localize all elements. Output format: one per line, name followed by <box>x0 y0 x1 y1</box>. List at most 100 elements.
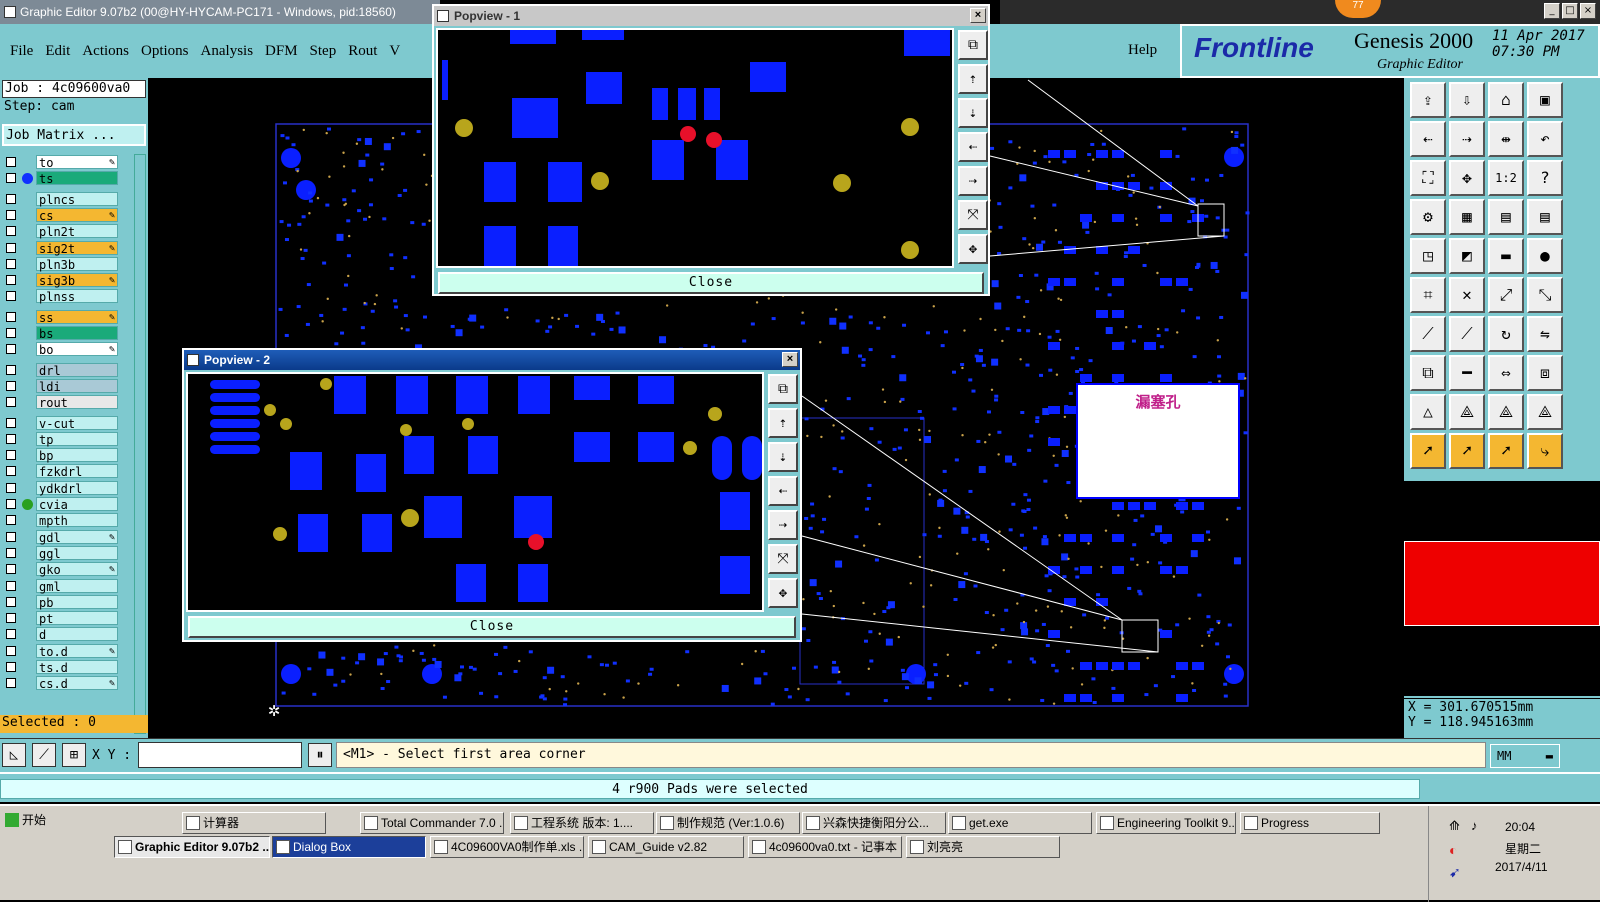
layer-name[interactable]: ts <box>36 171 118 186</box>
layer-checkbox[interactable] <box>6 515 16 526</box>
zoom-in-icon[interactable]: ✥ <box>768 578 798 608</box>
menu-edit[interactable]: Edit <box>45 43 70 60</box>
layer-name[interactable]: sig2t ✎ <box>36 240 118 256</box>
pan-right-icon[interactable]: ⇢ <box>768 510 798 540</box>
layer-name[interactable]: gml <box>36 578 118 594</box>
layer-row[interactable]: mpth <box>2 512 134 528</box>
popview-2-close-button[interactable]: Close <box>188 616 796 638</box>
layer-name[interactable]: ts.d <box>36 660 118 675</box>
layer-row[interactable]: gko ✎ <box>2 561 134 577</box>
pan-right-icon[interactable]: ⇢ <box>958 166 988 196</box>
connect-icon[interactable]: ⌗ <box>1410 277 1446 313</box>
taskbar-button[interactable]: get.exe <box>948 812 1092 834</box>
layer-row[interactable]: fzkdrl <box>2 463 134 479</box>
layer-checkbox[interactable] <box>6 275 16 286</box>
layer-checkbox[interactable] <box>6 417 16 428</box>
taskbar-button[interactable]: 工程系统 版本: 1.... <box>510 812 654 834</box>
layer-row[interactable]: cvia <box>2 496 134 512</box>
layer-row[interactable]: sig3b ✎ <box>2 272 134 288</box>
units-select[interactable]: MM ▬ <box>1490 744 1560 768</box>
layer-row[interactable]: cs ✎ <box>2 207 134 223</box>
menu-help[interactable]: Help <box>1128 42 1157 59</box>
minus-icon[interactable]: ━ <box>1449 355 1485 391</box>
layer-row[interactable]: pln2t <box>2 223 134 239</box>
layer-row[interactable]: bo ✎ <box>2 341 134 357</box>
window-icon[interactable]: ▣ <box>1527 82 1563 118</box>
taskbar-button[interactable]: 4c09600va0.txt - 记事本 <box>748 836 902 858</box>
layer-name[interactable]: cvia <box>36 497 118 512</box>
select-layer-icon[interactable]: ▤ <box>1488 199 1524 235</box>
layer-row[interactable]: plnss <box>2 288 134 304</box>
triangle-icon[interactable]: △ <box>1410 394 1446 430</box>
home-icon[interactable]: ⌂ <box>1488 82 1524 118</box>
xy-input[interactable] <box>138 742 302 768</box>
open-job-icon[interactable]: ⇪ <box>1410 82 1446 118</box>
transform-icon[interactable]: ⧉ <box>1410 355 1446 391</box>
layer-row[interactable]: ggl <box>2 545 134 561</box>
layer-row[interactable]: tp <box>2 431 134 447</box>
layer-name[interactable]: cs ✎ <box>36 207 118 223</box>
menu-step[interactable]: Step <box>310 43 337 60</box>
security-icon[interactable]: ◐ <box>1449 842 1457 858</box>
resize-icon[interactable]: ⇔ <box>1488 355 1524 391</box>
grid-icon[interactable]: ▦ <box>1449 199 1485 235</box>
layer-name[interactable]: d <box>36 627 118 642</box>
layer-checkbox[interactable] <box>6 466 16 477</box>
layer-checkbox[interactable] <box>6 173 16 184</box>
layer-checkbox[interactable] <box>6 291 16 302</box>
layer-row[interactable]: ts.d <box>2 659 134 675</box>
taskbar-button[interactable]: CAM_Guide v2.82 <box>588 836 744 858</box>
layer-name[interactable]: plnss <box>36 289 118 304</box>
taskbar-button[interactable]: Engineering Toolkit 9.... <box>1096 812 1236 834</box>
input-method-icon[interactable]: ➹ <box>1449 864 1461 881</box>
layer-name[interactable]: mpth <box>36 513 118 528</box>
color-icon[interactable]: ◩ <box>1449 238 1485 274</box>
layer-name[interactable]: bs <box>36 326 118 341</box>
layer-row[interactable]: to ✎ <box>2 154 134 170</box>
layer-name[interactable]: plncs <box>36 191 118 207</box>
layer-checkbox[interactable] <box>6 380 16 391</box>
layer-checkbox[interactable] <box>6 580 16 591</box>
zoom-right-icon[interactable]: ⇢ <box>1449 121 1485 157</box>
layer-row[interactable]: rout <box>2 394 134 410</box>
layer-row[interactable]: v-cut <box>2 415 134 431</box>
settings-icon[interactable]: ⚙ <box>1410 199 1446 235</box>
move-icon[interactable]: ⤢ <box>1488 277 1524 313</box>
taskbar-button[interactable]: 刘亮亮 <box>906 836 1060 858</box>
layer-checkbox[interactable] <box>6 226 16 237</box>
flip-icon[interactable]: ⇋ <box>1527 316 1563 352</box>
pointer2-icon[interactable]: ➚ <box>1449 433 1485 469</box>
layer-checkbox[interactable] <box>6 662 16 672</box>
layer-row[interactable]: cs.d ✎ <box>2 675 134 691</box>
taskbar-button[interactable]: 计算器 <box>182 812 326 834</box>
grid-icon[interactable]: ⊞ <box>62 743 86 767</box>
layer-name[interactable]: gdl ✎ <box>36 529 118 545</box>
layer-row[interactable]: bp <box>2 447 134 463</box>
layer-name[interactable]: pln3b <box>36 256 118 272</box>
layer-checkbox[interactable] <box>6 364 16 375</box>
pan-up-icon[interactable]: ⇡ <box>768 408 798 438</box>
select-layer2-icon[interactable]: ▤ <box>1527 199 1563 235</box>
layer-checkbox[interactable] <box>6 678 16 689</box>
clock-time[interactable]: 20:04 <box>1505 820 1535 834</box>
pan-left-icon[interactable]: ⇠ <box>768 476 798 506</box>
zoom-box-icon[interactable]: ⛶ <box>1410 160 1446 196</box>
line-icon[interactable]: ⟋ <box>1410 316 1446 352</box>
layer-checkbox[interactable] <box>6 157 16 167</box>
layer-checkbox[interactable] <box>6 564 16 575</box>
pan-left-icon[interactable]: ⇠ <box>958 132 988 162</box>
layer-checkbox[interactable] <box>6 344 16 355</box>
pointer3-icon[interactable]: ➚ <box>1488 433 1524 469</box>
snap-icon[interactable]: ◺ <box>2 743 26 767</box>
overview-map[interactable] <box>1404 541 1600 626</box>
popview-1-titlebar[interactable]: Popview - 1 × <box>434 6 988 26</box>
ruler-icon[interactable]: ▬ <box>1488 238 1524 274</box>
layer-checkbox[interactable] <box>6 499 16 509</box>
pan-down-icon[interactable]: ⇣ <box>958 98 988 128</box>
menu-rout[interactable]: Rout <box>348 43 377 60</box>
popview-1-canvas[interactable] <box>436 28 954 268</box>
layer-checkbox[interactable] <box>6 531 16 542</box>
layer-checkbox[interactable] <box>6 629 16 640</box>
popview-2-titlebar[interactable]: Popview - 2 × <box>184 350 800 370</box>
ratio-icon[interactable]: 1:2 <box>1488 160 1524 196</box>
